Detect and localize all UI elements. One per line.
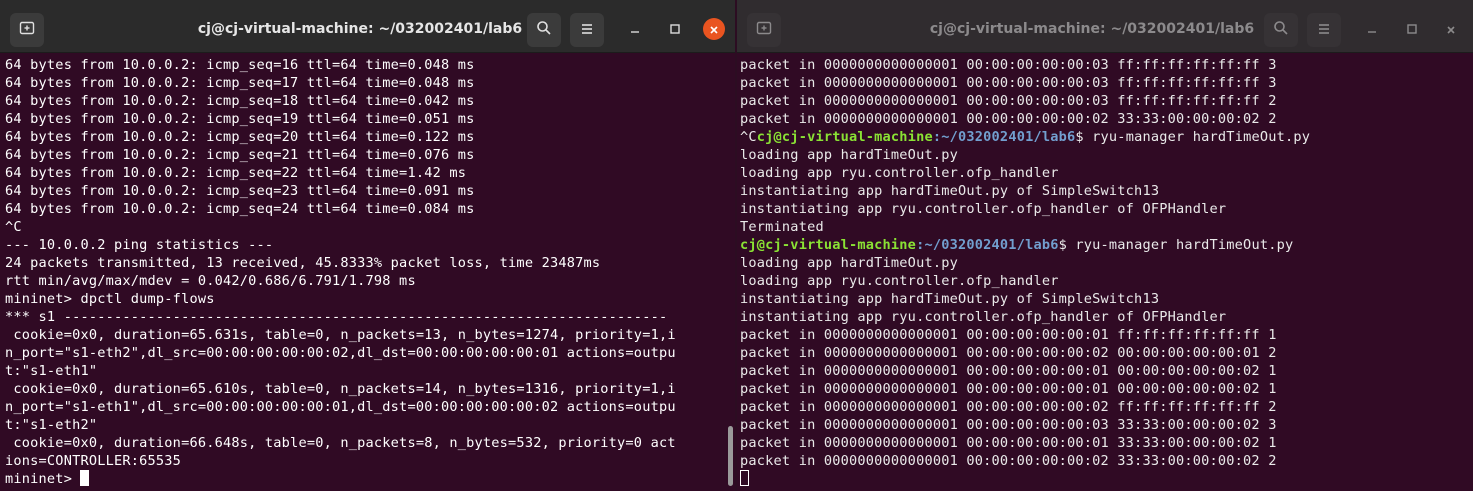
search-button[interactable] [1264,13,1298,47]
output-line: n_port="s1-eth2",dl_src=00:00:00:00:00:0… [5,345,676,361]
output-line: 64 bytes from 10.0.0.2: icmp_seq=20 ttl=… [5,129,475,145]
output-line: 24 packets transmitted, 13 received, 45.… [5,255,601,271]
output-line: packet in 0000000000000001 00:00:00:00:0… [740,93,1277,109]
search-icon [1273,20,1289,40]
cursor-line[interactable] [740,470,1310,488]
output-line: 64 bytes from 10.0.0.2: icmp_seq=18 ttl=… [5,93,475,109]
new-tab-icon [19,20,35,40]
new-tab-button[interactable] [747,13,781,47]
command-text: $ ryu-manager hardTimeOut.py [1075,129,1311,145]
prompt-line[interactable]: mininet> [5,470,676,488]
menu-button[interactable] [570,13,604,47]
scrollbar[interactable] [728,426,733,486]
minimize-button[interactable] [625,19,645,39]
output-line: Terminated [740,219,824,235]
terminal-text: packet in 0000000000000001 00:00:00:00:0… [740,56,1310,488]
output-line: packet in 0000000000000001 00:00:00:00:0… [740,453,1277,469]
search-icon [536,20,552,40]
minimize-icon [629,20,641,39]
prompt-user: cj@cj-virtual-machine [740,237,917,253]
output-line: cookie=0x0, duration=65.631s, table=0, n… [5,327,676,343]
minimize-icon [1366,20,1378,39]
close-button[interactable] [703,18,725,40]
output-line: ^C [5,219,22,235]
output-line: 64 bytes from 10.0.0.2: icmp_seq=19 ttl=… [5,111,475,127]
output-line: packet in 0000000000000001 00:00:00:00:0… [740,327,1277,343]
minimize-button[interactable] [1362,19,1382,39]
output-line: instantiating app ryu.controller.ofp_han… [740,309,1227,325]
close-button[interactable] [1440,18,1462,40]
output-line: t:"s1-eth2" [5,417,98,433]
menu-button[interactable] [1307,13,1341,47]
output-line: cookie=0x0, duration=65.610s, table=0, n… [5,381,676,397]
output-line: t:"s1-eth1" [5,363,98,379]
output-line: cookie=0x0, duration=66.648s, table=0, n… [5,435,676,451]
output-line: ions=CONTROLLER:65535 [5,453,182,469]
hamburger-menu-icon [1317,21,1331,40]
maximize-icon [669,20,681,39]
output-line: 64 bytes from 10.0.0.2: icmp_seq=16 ttl=… [5,57,475,73]
output-line: loading app ryu.controller.ofp_handler [740,273,1059,289]
output-line: packet in 0000000000000001 00:00:00:00:0… [740,435,1277,451]
terminal-output[interactable]: packet in 0000000000000001 00:00:00:00:0… [737,53,1473,491]
prompt-path: :~/032002401/lab6 [916,237,1059,253]
search-button[interactable] [527,13,561,47]
output-line: instantiating app ryu.controller.ofp_han… [740,201,1227,217]
output-line: packet in 0000000000000001 00:00:00:00:0… [740,345,1277,361]
close-icon [1446,20,1456,39]
output-line: --- 10.0.0.2 ping statistics --- [5,237,274,253]
command-text: $ ryu-manager hardTimeOut.py [1058,237,1294,253]
output-line: packet in 0000000000000001 00:00:00:00:0… [740,363,1277,379]
output-line: instantiating app hardTimeOut.py of Simp… [740,183,1160,199]
output-line: loading app hardTimeOut.py [740,255,958,271]
maximize-button[interactable] [1402,19,1422,39]
hamburger-menu-icon [580,21,594,40]
text-cursor [740,470,749,486]
right-terminal-window[interactable]: cj@cj-virtual-machine: ~/032002401/lab6 [737,0,1473,491]
left-titlebar[interactable]: cj@cj-virtual-machine: ~/032002401/lab6 [0,0,735,53]
new-tab-button[interactable] [10,13,44,47]
command-line: cj@cj-virtual-machine:~/032002401/lab6$ … [740,236,1310,254]
output-line: 64 bytes from 10.0.0.2: icmp_seq=23 ttl=… [5,183,475,199]
prompt-path: :~/032002401/lab6 [932,129,1076,145]
output-line: packet in 0000000000000001 00:00:00:00:0… [740,75,1277,91]
maximize-button[interactable] [665,19,685,39]
text-cursor [80,470,90,486]
output-line: packet in 0000000000000001 00:00:00:00:0… [740,111,1277,127]
window-title: cj@cj-virtual-machine: ~/032002401/lab6 [197,21,523,37]
output-line: loading app hardTimeOut.py [740,147,958,163]
interrupt-text: ^C [740,129,757,145]
left-terminal-window[interactable]: cj@cj-virtual-machine: ~/032002401/lab6 [0,0,735,491]
output-line: packet in 0000000000000001 00:00:00:00:0… [740,399,1277,415]
output-line: packet in 0000000000000001 00:00:00:00:0… [740,57,1277,73]
output-line: 64 bytes from 10.0.0.2: icmp_seq=21 ttl=… [5,147,475,163]
output-line: packet in 0000000000000001 00:00:00:00:0… [740,417,1277,433]
terminal-text: 64 bytes from 10.0.0.2: icmp_seq=16 ttl=… [5,56,676,488]
output-line: n_port="s1-eth1",dl_src=00:00:00:00:00:0… [5,399,676,415]
output-line: loading app ryu.controller.ofp_handler [740,165,1059,181]
output-line: 64 bytes from 10.0.0.2: icmp_seq=24 ttl=… [5,201,475,217]
close-icon [709,20,719,39]
output-line: mininet> dpctl dump-flows [5,291,215,307]
prompt-user: cj@cj-virtual-machine [756,129,933,145]
output-line: rtt min/avg/max/mdev = 0.042/0.686/6.791… [5,273,416,289]
right-titlebar[interactable]: cj@cj-virtual-machine: ~/032002401/lab6 [737,0,1473,53]
output-line: 64 bytes from 10.0.0.2: icmp_seq=17 ttl=… [5,75,475,91]
output-line: packet in 0000000000000001 00:00:00:00:0… [740,381,1277,397]
window-title: cj@cj-virtual-machine: ~/032002401/lab6 [929,21,1255,37]
output-line: *** s1 ---------------------------------… [5,309,668,325]
command-line: ^Ccj@cj-virtual-machine:~/032002401/lab6… [740,128,1310,146]
output-line: instantiating app hardTimeOut.py of Simp… [740,291,1160,307]
maximize-icon [1406,20,1418,39]
new-tab-icon [756,20,772,40]
prompt-text: mininet> [5,471,81,487]
terminal-output[interactable]: 64 bytes from 10.0.0.2: icmp_seq=16 ttl=… [0,53,735,491]
output-line: 64 bytes from 10.0.0.2: icmp_seq=22 ttl=… [5,165,467,181]
